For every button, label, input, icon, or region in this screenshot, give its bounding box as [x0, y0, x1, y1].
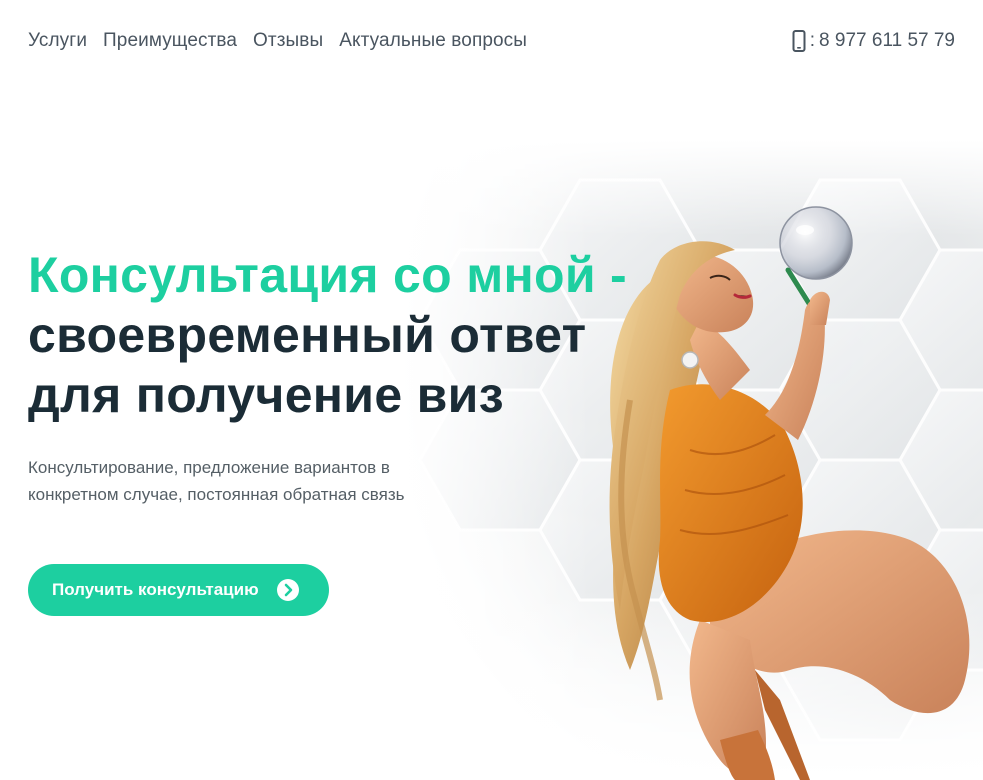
hero-title-accent: Консультация со мной -	[28, 247, 628, 303]
phone-contact[interactable]: : 8 977 611 57 79	[792, 30, 955, 52]
nav-item-faq[interactable]: Актуальные вопросы	[339, 30, 527, 52]
chevron-right-circle-icon	[276, 579, 299, 601]
phone-number[interactable]: 8 977 611 57 79	[819, 30, 955, 52]
hero-title: Консультация со мной - своевременный отв…	[28, 245, 668, 425]
mobile-phone-icon	[792, 30, 806, 52]
get-consultation-button[interactable]: Получить консультацию	[28, 564, 329, 616]
main-nav: Услуги Преимущества Отзывы Актуальные во…	[28, 30, 527, 52]
site-header: Услуги Преимущества Отзывы Актуальные во…	[0, 0, 983, 82]
nav-item-services[interactable]: Услуги	[28, 30, 87, 52]
soap-bubble	[779, 206, 853, 280]
hero-title-line-2: своевременный ответ	[28, 307, 587, 363]
hero-description: Консультирование, предложение вариантов …	[28, 458, 405, 504]
hero-title-line-3: для получение виз	[28, 367, 504, 423]
nav-item-advantages[interactable]: Преимущества	[103, 30, 237, 52]
nav-item-reviews[interactable]: Отзывы	[253, 30, 323, 52]
phone-separator: :	[809, 30, 816, 51]
cta-label: Получить консультацию	[52, 580, 259, 599]
